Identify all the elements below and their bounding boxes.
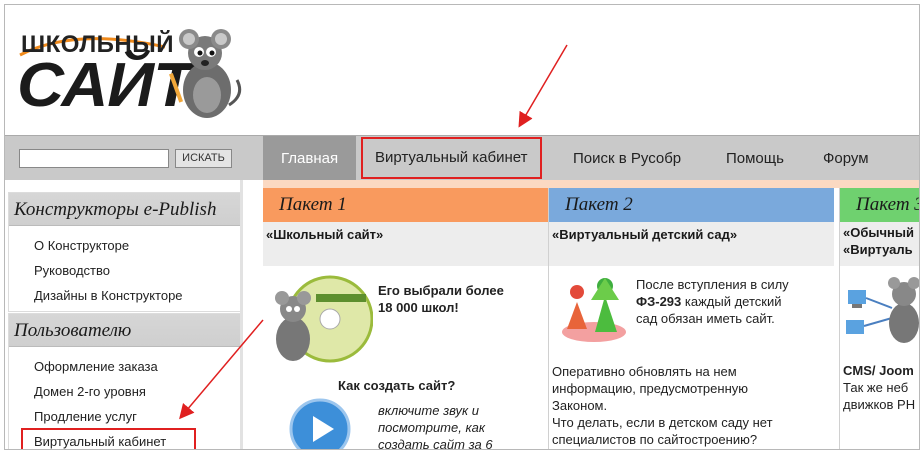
sidebar-block-title: Конструкторы e-Publish [9,193,241,226]
sidebar-item-domain[interactable]: Домен 2-го уровня [9,378,241,403]
sidebar-item-about-constructor[interactable]: О Конструкторе [9,232,241,257]
package-2: Пакет 2 «Виртуальный детский сад» После … [549,188,834,449]
search-bar: ИСКАТЬ [5,135,263,180]
sidebar-block-user: Пользователю Оформление заказа Домен 2-г… [8,313,242,449]
pkg2-law-ref: ФЗ-293 [636,294,682,309]
sidebar-item-renewal[interactable]: Продление услуг [9,403,241,428]
package-body: После вступления в силу ФЗ-293 каждый де… [549,266,834,449]
package-subtitle: «Виртуальный детский сад» [549,222,834,266]
network-mascot-icon [846,277,919,343]
mouse-mascot-icon [169,29,242,118]
pkg2-line-4: Оперативно обновлять на нем [552,364,737,379]
packages-top-strip [263,180,919,188]
nav-home[interactable]: Главная [263,136,357,181]
sidebar-item-manual[interactable]: Руководство [9,257,241,282]
sidebar-item-virtual-cabinet[interactable]: Виртуальный кабинет [21,428,196,449]
pkg3-line-1: CMS/ Joom [843,363,914,378]
pkg1-line-1: Его выбрали более [378,283,504,298]
nav-search-rusobr[interactable]: Поиск в Русобр [573,136,681,181]
left-column: ИСКАТЬ Конструкторы e-Publish О Конструк… [5,135,263,449]
pkg2-line-2: ФЗ-293 каждый детский [636,293,781,310]
pkg1-how-to-link[interactable]: Как создать сайт? [338,377,455,394]
nav-forum[interactable]: Форум [823,136,869,181]
arrow-to-nav-cabinet [518,44,568,128]
package-title[interactable]: Пакет 3 [840,188,919,222]
pkg3-line-3: движков PH [843,397,916,412]
pkg2-line-7: Что делать, если в детском саду нет [552,415,773,430]
pkg3-line-2: Так же неб [843,380,909,395]
pkg1-line-6: создать сайт за 6 [378,437,493,450]
pkg2-line-8: специалистов по сайтостроению? [552,432,758,447]
package-subtitle: «Школьный сайт» [263,222,548,266]
search-button[interactable]: ИСКАТЬ [175,149,232,168]
column-divider [240,180,243,449]
pkg2-line-2-rest: каждый детский [681,294,782,309]
search-input[interactable] [19,149,169,168]
pkg2-line-5: информацию, предусмотренную [552,381,749,396]
site-logo[interactable]: ШКОЛЬНЫЙ САЙТ [15,25,245,135]
package-body: CMS/ Joom Так же неб движков PH [840,266,919,449]
pkg1-line-5: посмотрите, как [378,420,485,435]
pkg3-subtitle-line-1: «Обычный [843,225,914,240]
pkg2-line-1: После вступления в силу [636,277,789,292]
cd-mascot-icon [275,275,373,363]
pkg1-line-2: 18 000 школ! [378,300,459,315]
package-body: Его выбрали более 18 000 школ! Как созда… [263,266,548,450]
sidebar-item-designs[interactable]: Дизайны в Конструкторе [9,282,241,307]
page-frame: ШКОЛЬНЫЙ САЙТ ИСКАТЬ Конструкторы e-Publ… [4,4,920,450]
package-subtitle: «Обычный «Виртуаль [840,222,919,266]
play-video-icon[interactable] [289,398,351,450]
package-title[interactable]: Пакет 1 [263,188,548,222]
pkg2-line-3: сад обязан иметь сайт. [636,311,775,326]
package-3: Пакет 3 «Обычный «Виртуаль CMS/ Joom Так… [840,188,919,449]
sidebar-block-title: Пользователю [9,314,241,347]
package-1: Пакет 1 «Школьный сайт» Его выбрали боле… [263,188,548,450]
package-title[interactable]: Пакет 2 [549,188,834,222]
pkg2-line-6: Законом. [552,398,608,413]
packages-area: Пакет 1 «Школьный сайт» Его выбрали боле… [263,180,919,450]
sidebar-block-constructors: Конструкторы e-Publish О Конструкторе Ру… [8,192,242,312]
top-navigation: Главная Виртуальный кабинет Поиск в Русо… [263,135,919,181]
pkg1-line-4: включите звук и [378,403,479,418]
kids-logo-icon [562,278,626,342]
sidebar-item-order[interactable]: Оформление заказа [9,353,241,378]
nav-help[interactable]: Помощь [726,136,784,181]
nav-virtual-cabinet[interactable]: Виртуальный кабинет [361,137,542,179]
pkg3-subtitle-line-2: «Виртуаль [843,242,913,257]
